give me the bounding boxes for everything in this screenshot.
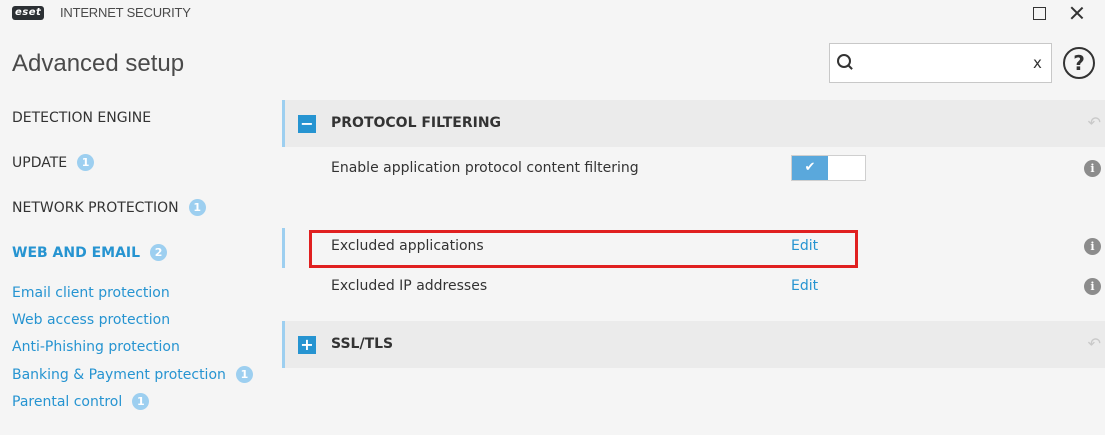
expand-icon[interactable]: +	[298, 336, 316, 354]
clear-search-icon[interactable]: x	[1033, 54, 1042, 72]
sidebar-item-network-protection[interactable]: NETWORK PROTECTION 1	[12, 199, 206, 216]
setting-label-excluded-ip-addresses: Excluded IP addresses	[331, 278, 488, 294]
info-icon[interactable]: i	[1084, 278, 1101, 295]
section-accent	[282, 321, 285, 368]
sidebar-subitem-parental-control[interactable]: Parental control 1	[12, 393, 150, 410]
notification-badge: 1	[188, 199, 206, 216]
collapse-icon[interactable]: −	[298, 115, 316, 133]
notification-badge: 1	[235, 366, 253, 383]
page-title: Advanced setup	[12, 50, 185, 77]
section-header-ssl-tls[interactable]: + SSL/TLS ↶	[282, 321, 1105, 368]
help-icon[interactable]: ?	[1063, 47, 1095, 79]
info-icon[interactable]: i	[1084, 160, 1101, 177]
sidebar-item-label: DETECTION ENGINE	[12, 110, 152, 126]
revert-icon[interactable]: ↶	[1088, 113, 1101, 132]
notification-badge: 1	[132, 393, 150, 410]
eset-logo: eset	[12, 6, 45, 20]
excluded-ip-addresses-edit-link[interactable]: Edit	[791, 278, 818, 294]
sidebar-subitem-anti-phishing-protection[interactable]: Anti-Phishing protection	[12, 339, 180, 355]
sidebar-item-web-and-email[interactable]: WEB AND EMAIL 2	[12, 244, 168, 261]
sidebar-subitem-label: Anti-Phishing protection	[12, 339, 180, 355]
section-title: SSL/TLS	[331, 336, 394, 352]
search-icon	[837, 54, 853, 72]
section-header-protocol-filtering[interactable]: − PROTOCOL FILTERING ↶	[282, 100, 1105, 147]
sidebar-item-label: UPDATE	[12, 155, 68, 171]
sidebar-subitem-label: Parental control	[12, 394, 123, 410]
notification-badge: 1	[77, 154, 95, 171]
maximize-icon[interactable]	[1026, 2, 1052, 24]
sidebar-item-label: WEB AND EMAIL	[12, 245, 141, 261]
sidebar-subitem-label: Web access protection	[12, 312, 171, 328]
sidebar-subitem-label: Banking & Payment protection	[12, 367, 226, 383]
sidebar-subitem-email-client-protection[interactable]: Email client protection	[12, 285, 170, 301]
title-bar: eset INTERNET SECURITY	[0, 0, 1105, 26]
info-icon[interactable]: i	[1084, 238, 1101, 255]
sidebar-subitem-label: Email client protection	[12, 285, 170, 301]
search-input[interactable]	[860, 52, 1020, 74]
sidebar-item-detection-engine[interactable]: DETECTION ENGINE	[12, 110, 151, 126]
highlight-box	[309, 230, 858, 268]
check-icon: ✔	[792, 156, 828, 180]
sidebar-subitem-banking-payment-protection[interactable]: Banking & Payment protection 1	[12, 366, 253, 383]
section-accent	[282, 100, 285, 147]
row-accent	[282, 228, 285, 268]
close-icon[interactable]	[1064, 2, 1090, 24]
sidebar-item-label: NETWORK PROTECTION	[12, 200, 179, 216]
setting-label-enable-filtering: Enable application protocol content filt…	[331, 160, 639, 176]
enable-filtering-toggle[interactable]: ✔	[791, 155, 866, 181]
sidebar-subitem-web-access-protection[interactable]: Web access protection	[12, 312, 170, 328]
search-box[interactable]: x	[829, 43, 1052, 83]
sidebar: DETECTION ENGINE UPDATE 1 NETWORK PROTECT…	[0, 100, 280, 435]
product-name: INTERNET SECURITY	[60, 5, 191, 20]
notification-badge: 2	[150, 244, 168, 261]
advanced-setup-window: eset INTERNET SECURITY Advanced setup x …	[0, 0, 1105, 435]
revert-icon[interactable]: ↶	[1088, 334, 1101, 353]
section-title: PROTOCOL FILTERING	[331, 115, 502, 131]
sidebar-item-update[interactable]: UPDATE 1	[12, 154, 95, 171]
